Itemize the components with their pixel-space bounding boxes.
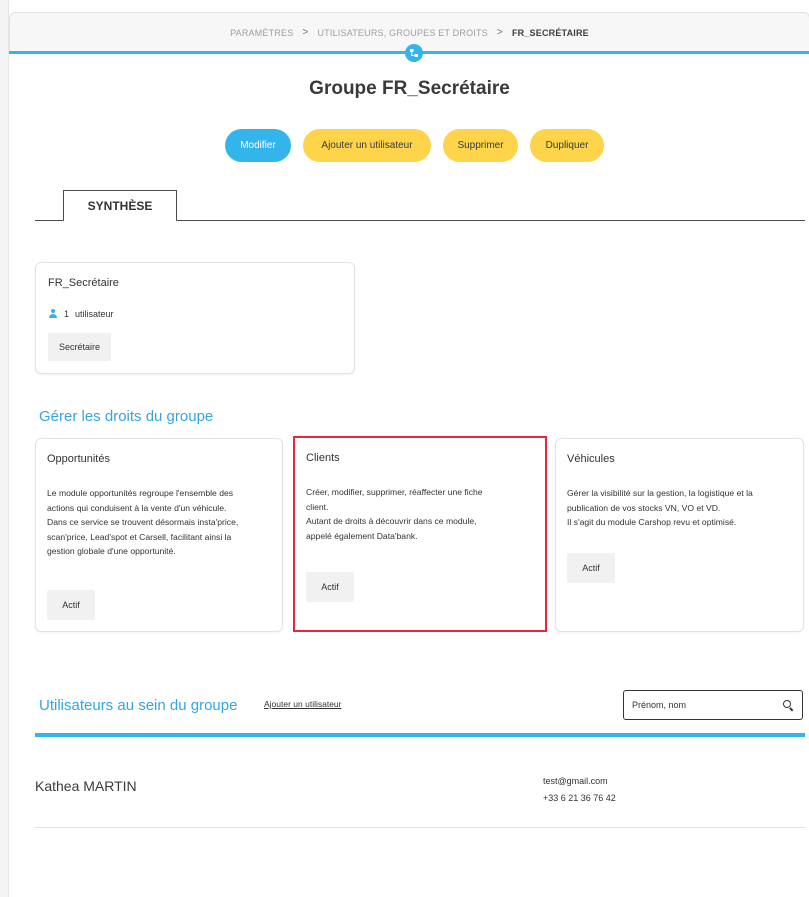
modify-button[interactable]: Modifier bbox=[225, 129, 291, 162]
rights-card-description: Créer, modifier, supprimer, réaffecter u… bbox=[306, 487, 483, 541]
rights-card-title: Clients bbox=[306, 452, 340, 464]
rights-card-description: Gérer la visibilité sur la gestion, la l… bbox=[567, 488, 753, 528]
rights-status-active[interactable]: Actif bbox=[47, 590, 95, 620]
user-count-value: 1 bbox=[64, 309, 70, 319]
user-row[interactable]: Kathea MARTIN test@gmail.com +33 6 21 36… bbox=[35, 738, 805, 828]
user-name[interactable]: Kathea MARTIN bbox=[35, 778, 137, 794]
add-user-link[interactable]: Ajouter un utilisateur bbox=[264, 699, 342, 709]
user-count-label: utilisateur bbox=[75, 309, 114, 319]
search-input[interactable] bbox=[632, 700, 762, 710]
users-section-title: Utilisateurs au sein du groupe bbox=[39, 697, 238, 714]
rights-card-clients[interactable]: Clients Créer, modifier, supprimer, réaf… bbox=[293, 436, 547, 632]
rights-card-title: Véhicules bbox=[567, 453, 615, 465]
delete-button[interactable]: Supprimer bbox=[443, 129, 518, 162]
add-user-button[interactable]: Ajouter un utilisateur bbox=[303, 129, 431, 162]
duplicate-button[interactable]: Dupliquer bbox=[530, 129, 604, 162]
rights-status-active[interactable]: Actif bbox=[306, 572, 354, 602]
breadcrumb-current: FR_SECRÉTAIRE bbox=[511, 27, 589, 38]
rights-card-title: Opportunités bbox=[47, 453, 110, 465]
user-phone: +33 6 21 36 76 42 bbox=[543, 793, 616, 803]
action-bar: Modifier Ajouter un utilisateur Supprime… bbox=[9, 129, 809, 162]
rights-card-vehicles[interactable]: Véhicules Gérer la visibilité sur la ges… bbox=[555, 438, 804, 632]
rights-card-description: Le module opportunités regroupe l'ensemb… bbox=[47, 488, 239, 557]
rights-section-title: Gérer les droits du groupe bbox=[39, 408, 214, 425]
rights-card-opportunities[interactable]: Opportunités Le module opportunités regr… bbox=[35, 438, 283, 632]
user-count: 1 utilisateur bbox=[48, 309, 114, 319]
rights-status-active[interactable]: Actif bbox=[567, 553, 615, 583]
page-title: Groupe FR_Secrétaire bbox=[309, 78, 510, 99]
breadcrumb-item-users-groups[interactable]: UTILISATEURS, GROUPES ET DROITS bbox=[317, 28, 487, 38]
breadcrumb-separator-icon: > bbox=[302, 27, 309, 38]
users-divider bbox=[35, 733, 805, 737]
tab-synthesis[interactable]: SYNTHÈSE bbox=[63, 190, 177, 222]
user-search bbox=[623, 690, 803, 720]
group-hierarchy-icon bbox=[405, 44, 423, 62]
search-icon[interactable] bbox=[783, 699, 794, 711]
group-summary-card: FR_Secrétaire 1 utilisateur Secrétaire bbox=[35, 262, 355, 374]
breadcrumb-separator-icon: > bbox=[496, 27, 503, 38]
user-icon bbox=[48, 309, 58, 319]
group-tag: Secrétaire bbox=[48, 333, 112, 361]
group-name: FR_Secrétaire bbox=[48, 277, 119, 289]
user-email: test@gmail.com bbox=[543, 776, 608, 786]
breadcrumb-item-settings[interactable]: PARAMÈTRES bbox=[230, 28, 293, 38]
page-container: PARAMÈTRES > UTILISATEURS, GROUPES ET DR… bbox=[8, 0, 809, 897]
